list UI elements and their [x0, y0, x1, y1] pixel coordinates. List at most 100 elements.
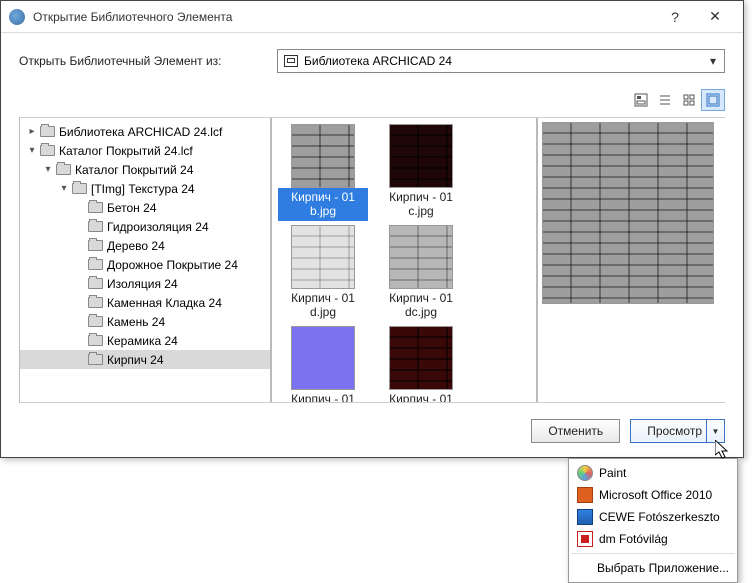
- tree-item[interactable]: ·Изоляция 24: [20, 274, 270, 293]
- menu-item-label: dm Fotóvilág: [599, 532, 668, 546]
- grid-preview-wrap: Кирпич - 01 b.jpgКирпич - 01 c.jpg Кирпич…: [271, 118, 725, 402]
- tree-item[interactable]: ▾ Каталог Покрытий 24.lcf: [20, 141, 270, 160]
- folder-icon: [40, 126, 55, 137]
- tree-item-label: Дерево 24: [107, 239, 165, 253]
- preview-pane: [537, 118, 725, 402]
- tree-item[interactable]: ▾ Каталог Покрытий 24: [20, 160, 270, 179]
- grid-item[interactable]: Кирпич - 01 c.jpg: [374, 124, 468, 221]
- cewe-icon: [577, 509, 593, 525]
- thumbnail-image: [389, 326, 453, 390]
- menu-item-label: Выбрать Приложение...: [597, 561, 729, 575]
- thumbnail-caption: Кирпич - 01 dp.jpg: [278, 390, 368, 402]
- view-largeicons-button[interactable]: [701, 89, 725, 111]
- tree-item[interactable]: ·Камень 24: [20, 312, 270, 331]
- close-button[interactable]: ✕: [695, 2, 735, 32]
- folder-icon: [88, 316, 103, 327]
- tree-item-label: Библиотека ARCHICAD 24.lcf: [59, 125, 222, 139]
- thumbnail-image: [291, 326, 355, 390]
- tree-item[interactable]: ·Бетон 24: [20, 198, 270, 217]
- folder-icon: [88, 221, 103, 232]
- menu-item-choose-app[interactable]: Выбрать Приложение...: [569, 557, 737, 579]
- menu-item-label: CEWE Fotószerkeszto: [599, 510, 720, 524]
- menu-separator: [571, 553, 735, 554]
- tree-item-label: Бетон 24: [107, 201, 157, 215]
- chevron-right-icon[interactable]: ▸: [26, 126, 38, 138]
- chevron-down-icon[interactable]: ▾: [58, 183, 70, 195]
- grid-item[interactable]: Кирпич - 01 dp.jpg: [276, 326, 370, 402]
- library-combobox[interactable]: Библиотека ARCHICAD 24 ▾: [277, 49, 725, 73]
- tree-item-label: Гидроизоляция 24: [107, 220, 209, 234]
- app-icon: [9, 9, 25, 25]
- menu-item[interactable]: Microsoft Office 2010: [569, 484, 737, 506]
- menu-item[interactable]: Paint: [569, 462, 737, 484]
- folder-icon: [88, 202, 103, 213]
- dm-icon: [577, 531, 593, 547]
- tree-item[interactable]: ▾[TImg] Текстура 24: [20, 179, 270, 198]
- open-with-menu: Paint Microsoft Office 2010 CEWE Fotószerk…: [568, 458, 738, 583]
- chevron-down-icon[interactable]: ▾: [42, 164, 54, 176]
- thumbnail-image: [291, 225, 355, 289]
- tree-item-label: Дорожное Покрытие 24: [107, 258, 238, 272]
- folder-icon: [88, 259, 103, 270]
- preview-button[interactable]: Просмотр ▼: [630, 419, 725, 443]
- tree-item[interactable]: ·Каменная Кладка 24: [20, 293, 270, 312]
- dialog-body: Открыть Библиотечный Элемент из: Библиот…: [1, 33, 743, 457]
- tree-item[interactable]: ▸ Библиотека ARCHICAD 24.lcf: [20, 122, 270, 141]
- library-icon: [284, 55, 298, 67]
- office-icon: [577, 487, 593, 503]
- tree-item[interactable]: ·Керамика 24: [20, 331, 270, 350]
- thumbnail-image: [291, 124, 355, 188]
- tree-item-label: Изоляция 24: [107, 277, 178, 291]
- folder-icon: [88, 240, 103, 251]
- folder-icon: [88, 335, 103, 346]
- window-title: Открытие Библиотечного Элемента: [33, 10, 655, 24]
- open-from-label: Открыть Библиотечный Элемент из:: [19, 54, 277, 68]
- view-smallicons-button[interactable]: [677, 89, 701, 111]
- thumbnail-grid[interactable]: Кирпич - 01 b.jpgКирпич - 01 c.jpg Кирпич…: [271, 118, 537, 402]
- dialog-window: Открытие Библиотечного Элемента ? ✕ Откр…: [0, 0, 744, 458]
- cancel-button-label: Отменить: [548, 424, 603, 438]
- tree-item-label: Керамика 24: [107, 334, 178, 348]
- thumbnail-caption: Кирпич - 01 b.jpg: [278, 188, 368, 221]
- tree-item[interactable]: ·Гидроизоляция 24: [20, 217, 270, 236]
- cancel-button[interactable]: Отменить: [531, 419, 620, 443]
- view-tree-button[interactable]: [629, 89, 653, 111]
- tree-item[interactable]: ·Дорожное Покрытие 24: [20, 255, 270, 274]
- preview-button-label: Просмотр: [647, 424, 702, 438]
- thumbnail-caption: Кирпич - 01 c.jpg: [376, 188, 466, 221]
- open-from-row: Открыть Библиотечный Элемент из: Библиот…: [19, 49, 725, 73]
- menu-item[interactable]: dm Fotóvilág: [569, 528, 737, 550]
- grid-item[interactable]: Кирпич - 01 dc.jpg: [374, 225, 468, 322]
- folder-icon: [56, 164, 71, 175]
- content-panes: ▸ Библиотека ARCHICAD 24.lcf ▾ Каталог Покр…: [19, 117, 725, 403]
- folder-tree[interactable]: ▸ Библиотека ARCHICAD 24.lcf ▾ Каталог Покр…: [19, 118, 271, 402]
- chevron-down-icon[interactable]: ▾: [26, 145, 38, 157]
- thumbnail-image: [389, 124, 453, 188]
- view-list-button[interactable]: [653, 89, 677, 111]
- thumbnail-caption: Кирпич - 01: [376, 390, 466, 402]
- grid-item[interactable]: Кирпич - 01 d.jpg: [276, 225, 370, 322]
- folder-icon: [88, 297, 103, 308]
- view-mode-toolbar: [19, 89, 725, 113]
- library-combobox-value: Библиотека ARCHICAD 24: [304, 54, 452, 68]
- tree-item[interactable]: ·Дерево 24: [20, 236, 270, 255]
- folder-icon: [88, 354, 103, 365]
- grid-item[interactable]: Кирпич - 01 b.jpg: [276, 124, 370, 221]
- menu-item-label: Paint: [599, 466, 626, 480]
- tree-item-label: Каталог Покрытий 24: [75, 163, 193, 177]
- tree-item-label: Каменная Кладка 24: [107, 296, 222, 310]
- folder-icon: [72, 183, 87, 194]
- preview-dropdown-toggle[interactable]: ▼: [706, 420, 724, 442]
- tree-item-label: Камень 24: [107, 315, 165, 329]
- paint-icon: [577, 465, 593, 481]
- grid-item[interactable]: Кирпич - 01: [374, 326, 468, 402]
- help-button[interactable]: ?: [655, 2, 695, 32]
- chevron-down-icon: ▾: [704, 54, 722, 68]
- tree-item-label: Каталог Покрытий 24.lcf: [59, 144, 193, 158]
- menu-item[interactable]: CEWE Fotószerkeszto: [569, 506, 737, 528]
- tree-item[interactable]: ·Кирпич 24: [20, 350, 270, 369]
- dialog-footer: Отменить Просмотр ▼: [19, 419, 725, 443]
- folder-icon: [40, 145, 55, 156]
- thumbnail-caption: Кирпич - 01 d.jpg: [278, 289, 368, 322]
- thumbnail-caption: Кирпич - 01 dc.jpg: [376, 289, 466, 322]
